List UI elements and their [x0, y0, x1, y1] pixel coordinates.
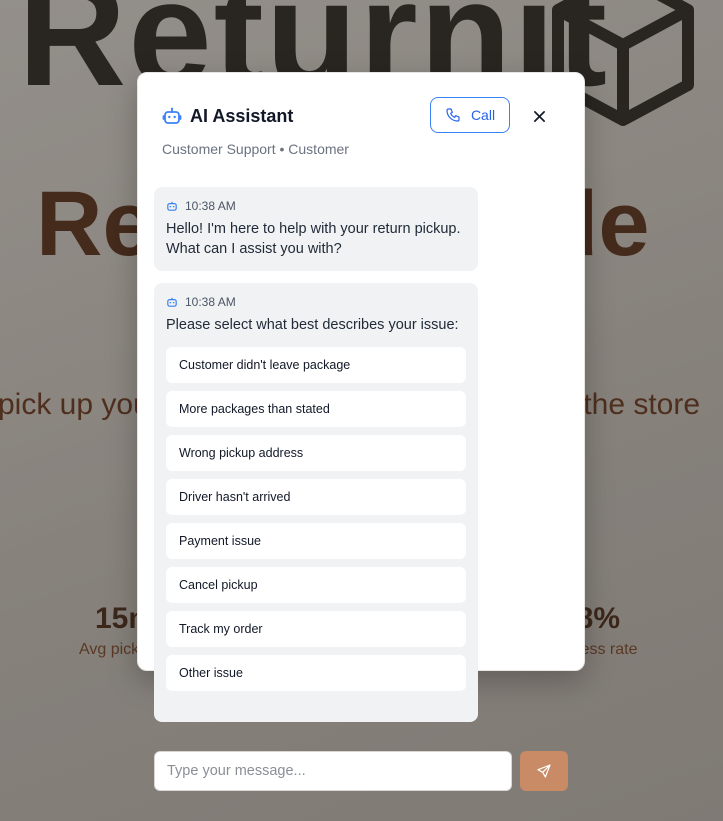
option-other-issue[interactable]: Other issue — [166, 655, 466, 691]
issue-options: Customer didn't leave package More packa… — [166, 347, 466, 691]
assistant-message: 10:38 AM Hello! I'm here to help with yo… — [154, 187, 478, 271]
message-time: 10:38 AM — [185, 199, 236, 213]
robot-icon — [162, 106, 182, 126]
call-button-label: Call — [470, 107, 496, 123]
option-more-packages[interactable]: More packages than stated — [166, 391, 466, 427]
robot-icon — [166, 296, 178, 308]
robot-icon — [166, 200, 178, 212]
message-text: Hello! I'm here to help with your return… — [166, 221, 461, 257]
message-time: 10:38 AM — [185, 295, 236, 309]
option-customer-no-package[interactable]: Customer didn't leave package — [166, 347, 466, 383]
dialog-subtitle: Customer Support • Customer — [162, 141, 349, 157]
message-text: Please select what best describes your i… — [166, 317, 459, 333]
option-wrong-address[interactable]: Wrong pickup address — [166, 435, 466, 471]
dialog-title: AI Assistant — [190, 105, 294, 126]
call-button[interactable]: Call — [430, 97, 510, 133]
option-track-order[interactable]: Track my order — [166, 611, 466, 647]
option-driver-not-arrived[interactable]: Driver hasn't arrived — [166, 479, 466, 515]
option-payment-issue[interactable]: Payment issue — [166, 523, 466, 559]
message-input[interactable] — [154, 751, 512, 791]
phone-icon — [445, 107, 461, 123]
close-icon[interactable] — [528, 105, 550, 127]
assistant-message: 10:38 AM Please select what best describ… — [154, 283, 478, 722]
send-icon — [536, 763, 552, 779]
option-cancel-pickup[interactable]: Cancel pickup — [166, 567, 466, 603]
send-button[interactable] — [520, 751, 568, 791]
